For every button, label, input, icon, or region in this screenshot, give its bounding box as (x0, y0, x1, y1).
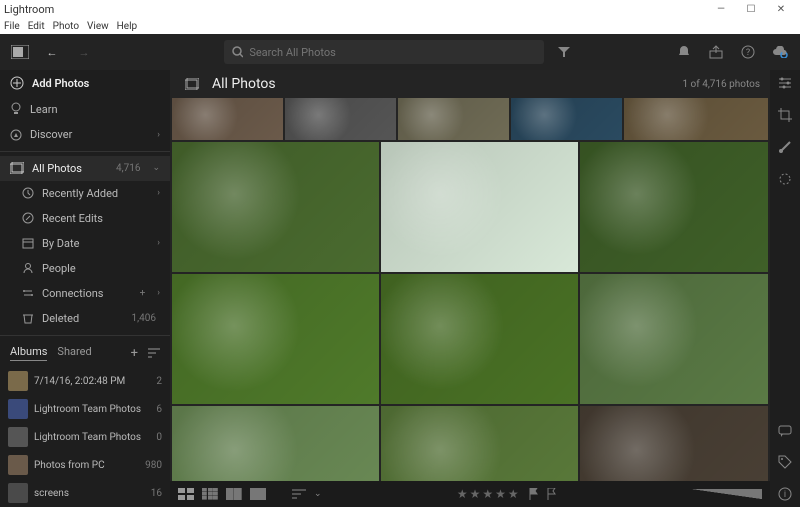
search-icon (232, 46, 243, 58)
sidebar-item-deleted[interactable]: Deleted 1,406 (0, 306, 170, 331)
person-icon (22, 262, 34, 274)
photos-icon (10, 162, 24, 174)
back-button[interactable]: ← (40, 40, 64, 64)
edit-sliders-button[interactable] (777, 76, 793, 90)
forward-button[interactable]: → (72, 40, 96, 64)
menu-photo[interactable]: Photo (53, 21, 79, 32)
menu-file[interactable]: File (4, 21, 20, 32)
flag-reject-button[interactable] (547, 488, 557, 500)
album-item[interactable]: screens16 (0, 479, 170, 507)
svg-text:?: ? (746, 48, 750, 58)
add-connection-button[interactable]: + (140, 288, 146, 299)
sort-albums-button[interactable] (148, 348, 160, 358)
crop-button[interactable] (778, 108, 792, 122)
photo-thumb[interactable] (381, 274, 578, 404)
chevron-right-icon: › (157, 288, 160, 298)
view-detail-button[interactable] (250, 488, 266, 500)
maximize-button[interactable]: ☐ (736, 4, 766, 15)
heal-button[interactable] (778, 140, 792, 154)
notifications-button[interactable] (672, 40, 696, 64)
sidebar-learn[interactable]: Learn (0, 96, 170, 122)
album-item[interactable]: Photos from PC980 (0, 451, 170, 479)
view-grid-large-button[interactable] (178, 488, 194, 500)
close-button[interactable]: ✕ (766, 4, 796, 15)
search-input[interactable] (249, 46, 536, 59)
trash-icon (22, 312, 34, 324)
photo-thumb[interactable] (381, 406, 578, 481)
photo-thumb[interactable] (580, 406, 768, 481)
sidebar-item-recent-edits[interactable]: Recent Edits (0, 206, 170, 231)
sidebar-item-by-date[interactable]: By Date › (0, 231, 170, 256)
share-button[interactable] (704, 40, 728, 64)
mask-button[interactable] (778, 172, 792, 186)
filter-button[interactable] (552, 40, 576, 64)
keywords-button[interactable] (778, 455, 792, 469)
photo-grid (170, 98, 770, 481)
view-grid-small-button[interactable] (202, 488, 218, 500)
add-album-button[interactable]: + (131, 346, 138, 361)
sort-order-button[interactable] (292, 489, 306, 499)
info-button[interactable]: i (778, 487, 792, 501)
sidebar-item-recently-added[interactable]: Recently Added › (0, 181, 170, 206)
minimize-button[interactable]: — (706, 4, 736, 15)
sidebar-item-all-photos[interactable]: All Photos 4,716 ⌄ (0, 156, 170, 181)
chevron-right-icon: › (157, 130, 160, 140)
svg-text:i: i (784, 490, 786, 500)
photo-thumb[interactable] (172, 142, 379, 272)
menu-edit[interactable]: Edit (28, 21, 45, 32)
menu-help[interactable]: Help (117, 21, 137, 32)
add-photos-button[interactable]: Add Photos (0, 70, 170, 96)
edit-icon (22, 212, 34, 224)
album-item[interactable]: Lightroom Team Photos6 (0, 395, 170, 423)
add-photos-label: Add Photos (32, 77, 160, 90)
connections-icon (22, 287, 34, 299)
photo-thumb[interactable] (172, 406, 379, 481)
sidebar-item-connections[interactable]: Connections + › (0, 281, 170, 306)
photo-thumb[interactable] (285, 98, 396, 140)
lightbulb-icon (10, 102, 22, 116)
photo-thumb[interactable] (398, 98, 509, 140)
photo-thumb[interactable] (381, 142, 578, 272)
photo-thumb[interactable] (172, 274, 379, 404)
sidebar-item-people[interactable]: People (0, 256, 170, 281)
photo-thumb[interactable] (511, 98, 622, 140)
zoom-slider[interactable] (692, 489, 762, 499)
photo-thumb[interactable] (172, 98, 283, 140)
comments-button[interactable] (778, 425, 792, 437)
compass-icon (10, 129, 22, 141)
tab-albums[interactable]: Albums (10, 345, 47, 361)
sort-chevron-icon[interactable]: ⌄ (314, 489, 322, 499)
menu-view[interactable]: View (87, 21, 109, 32)
album-item[interactable]: 7/14/16, 2:02:48 PM2 (0, 367, 170, 395)
menu-bar: File Edit Photo View Help (0, 18, 800, 34)
rating-stars[interactable]: ★★★★★ (457, 487, 521, 501)
photo-thumb[interactable] (580, 142, 768, 272)
cloud-sync-button[interactable] (768, 40, 792, 64)
clock-icon (22, 187, 34, 199)
chevron-right-icon: › (157, 188, 160, 198)
window-title: Lightroom (4, 3, 54, 16)
calendar-icon (22, 237, 34, 249)
search-box[interactable] (224, 40, 544, 64)
page-title: All Photos (212, 76, 276, 92)
photo-thumb[interactable] (580, 274, 768, 404)
help-button[interactable]: ? (736, 40, 760, 64)
plus-circle-icon (10, 76, 24, 90)
photo-thumb[interactable] (624, 98, 768, 140)
chevron-right-icon: › (157, 238, 160, 248)
view-compare-button[interactable] (226, 488, 242, 500)
sidebar-discover[interactable]: Discover › (0, 122, 170, 147)
home-view-button[interactable] (8, 40, 32, 64)
chevron-down-icon[interactable]: ⌄ (152, 163, 160, 173)
stack-icon (180, 72, 204, 96)
flag-pick-button[interactable] (529, 488, 539, 500)
photo-count-label: 1 of 4,716 photos (682, 79, 760, 90)
album-item[interactable]: Lightroom Team Photos0 (0, 423, 170, 451)
tab-shared[interactable]: Shared (57, 345, 91, 361)
